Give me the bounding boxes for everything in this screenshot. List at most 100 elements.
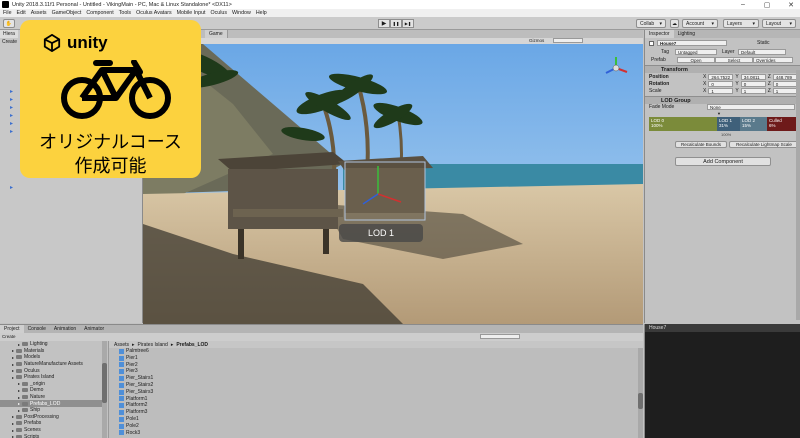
rotation-y-field[interactable]: 0	[740, 81, 766, 87]
pause-button[interactable]: ❚❚	[390, 19, 402, 28]
folder-item[interactable]: ▸ _origin	[0, 381, 107, 388]
folder-item[interactable]: ▸ Lighting	[0, 341, 107, 348]
expand-arrow-icon[interactable]: ▸	[18, 401, 20, 406]
folder-item[interactable]: ▸ Prefabs_LOD	[0, 400, 107, 407]
menu-oculus[interactable]: Oculus	[210, 10, 227, 16]
layer-dropdown[interactable]: Default	[738, 49, 786, 55]
minimize-button[interactable]: –	[738, 1, 748, 8]
folder-item[interactable]: ▸ Models	[0, 354, 107, 361]
breadcrumb-assets[interactable]: Assets	[114, 342, 129, 348]
tab-console[interactable]: Console	[24, 325, 50, 333]
folder-tree-scrollbar[interactable]	[102, 341, 107, 438]
layers-dropdown[interactable]: Layers	[723, 19, 759, 28]
expand-arrow-icon[interactable]: ▸	[12, 421, 14, 426]
close-button[interactable]: ✕	[786, 1, 796, 9]
cloud-icon[interactable]: ☁	[670, 19, 679, 28]
expand-arrow-icon[interactable]: ▸	[12, 355, 14, 360]
menu-window[interactable]: Window	[232, 10, 251, 16]
expand-arrow-icon[interactable]: ▸	[18, 381, 20, 386]
folder-item[interactable]: ▸ Ship	[0, 407, 107, 414]
file-pane-scroll-thumb[interactable]	[638, 393, 643, 409]
layout-dropdown[interactable]: Layout	[762, 19, 796, 28]
menu-help[interactable]: Help	[256, 10, 267, 16]
prefab-overrides-dropdown[interactable]: Overrides	[753, 57, 793, 63]
step-button[interactable]: ▶❚	[402, 19, 414, 28]
expand-arrow-icon[interactable]: ▸	[12, 368, 14, 373]
file-item[interactable]: Pole1	[119, 416, 153, 423]
hierarchy-create[interactable]: Create	[2, 39, 17, 45]
tab-project[interactable]: Project	[0, 325, 24, 333]
fade-mode-dropdown[interactable]: None	[707, 104, 795, 110]
expand-arrow-icon[interactable]: ▸	[18, 342, 20, 347]
folder-tree-scroll-thumb[interactable]	[102, 363, 107, 403]
scale-y-field[interactable]: 1	[740, 88, 766, 94]
scene-viewport[interactable]	[143, 44, 643, 324]
lod-bar[interactable]: LOD 0 100% LOD 1 31% LOD 2 15% Culled 6%	[649, 117, 797, 131]
position-x-field[interactable]: 264.7522	[708, 74, 734, 80]
position-y-field[interactable]: 34.0811	[740, 74, 766, 80]
object-name-field[interactable]: House7	[657, 40, 727, 46]
folder-item[interactable]: ▸ NatureManufacture Assets	[0, 361, 107, 368]
expand-arrow-icon[interactable]: ▸	[12, 362, 14, 367]
folder-item[interactable]: ▸ Materials	[0, 348, 107, 355]
recalculate-lightmap-button[interactable]: Recalculate Lightmap Scale	[729, 141, 799, 148]
object-active-checkbox[interactable]	[649, 40, 654, 46]
lod-camera-marker-icon[interactable]: ▼	[717, 111, 721, 116]
file-item[interactable]: Pier3	[119, 368, 153, 375]
expand-arrow-icon[interactable]: ▸	[12, 348, 14, 353]
file-item[interactable]: Platform2	[119, 402, 153, 409]
file-item[interactable]: Pole2	[119, 423, 153, 430]
menu-file[interactable]: File	[3, 10, 12, 16]
position-z-field[interactable]: 448.789	[772, 74, 797, 80]
menu-assets[interactable]: Assets	[31, 10, 47, 16]
file-item[interactable]: Rock3	[119, 430, 153, 437]
file-item[interactable]: Platform3	[119, 409, 153, 416]
file-item[interactable]: Platform1	[119, 396, 153, 403]
breadcrumb-pirates-island[interactable]: Pirates Island	[138, 342, 168, 348]
rotation-x-field[interactable]: 0	[708, 81, 734, 87]
menu-edit[interactable]: Edit	[17, 10, 26, 16]
scale-z-field[interactable]: 1	[772, 88, 797, 94]
recalculate-bounds-button[interactable]: Recalculate Bounds	[675, 141, 727, 148]
folder-item[interactable]: ▸ Demo	[0, 387, 107, 394]
project-create-button[interactable]: Create	[2, 334, 16, 339]
folder-item[interactable]: ▸ Pirates Island	[0, 374, 107, 381]
expand-arrow-icon[interactable]: ▸	[18, 408, 20, 413]
account-dropdown[interactable]: Account	[682, 19, 718, 28]
tag-dropdown[interactable]: Untagged	[675, 49, 717, 55]
tab-inspector[interactable]: Inspector	[645, 30, 674, 38]
tab-game[interactable]: Game	[205, 30, 228, 38]
gizmos-dropdown[interactable]: Gizmos	[529, 38, 544, 43]
tab-lighting[interactable]: Lighting	[674, 30, 700, 38]
lod0-segment[interactable]: LOD 0 100%	[649, 117, 717, 131]
rotation-z-field[interactable]: 0	[772, 81, 797, 87]
lod1-segment[interactable]: LOD 1 31%	[717, 117, 740, 131]
file-pane-scrollbar[interactable]	[638, 348, 643, 438]
scene-orientation-gizmo-icon[interactable]	[603, 55, 629, 81]
folder-item[interactable]: ▸ Nature	[0, 394, 107, 401]
hierarchy-expand-arrows[interactable]: ▸ ▸ ▸ ▸ ▸ ▸ ▸	[10, 88, 13, 192]
lod-group-header[interactable]: LOD Group	[645, 96, 800, 104]
culled-segment[interactable]: Culled 6%	[767, 117, 797, 131]
tab-animation[interactable]: Animation	[50, 325, 80, 333]
play-button[interactable]: ▶	[378, 19, 390, 28]
menu-tools[interactable]: Tools	[119, 10, 131, 16]
tab-animator[interactable]: Animator	[80, 325, 108, 333]
menu-mobile-input[interactable]: Mobile Input	[177, 10, 206, 16]
file-item[interactable]: Pier_Stairs1	[119, 375, 153, 382]
scene-search-input[interactable]	[553, 38, 583, 43]
prefab-open-button[interactable]: Open	[677, 57, 715, 63]
project-search-input[interactable]	[480, 334, 520, 339]
folder-item[interactable]: ▸ Prefabs	[0, 420, 107, 427]
file-item[interactable]: Pier_Stairs2	[119, 382, 153, 389]
inspector-scrollbar[interactable]	[796, 70, 800, 320]
collab-dropdown[interactable]: Collab	[636, 19, 666, 28]
folder-item[interactable]: ▸ PostProcessing	[0, 414, 107, 421]
file-item[interactable]: Pier1	[119, 355, 153, 362]
hand-tool-icon[interactable]: ✋	[3, 19, 15, 28]
expand-arrow-icon[interactable]: ▸	[12, 434, 14, 438]
prefab-select-button[interactable]: Select	[715, 57, 753, 63]
expand-arrow-icon[interactable]: ▸	[12, 414, 14, 419]
breadcrumb-prefabs-lod[interactable]: Prefabs_LOD	[176, 342, 208, 348]
maximize-button[interactable]: ▢	[762, 1, 772, 9]
